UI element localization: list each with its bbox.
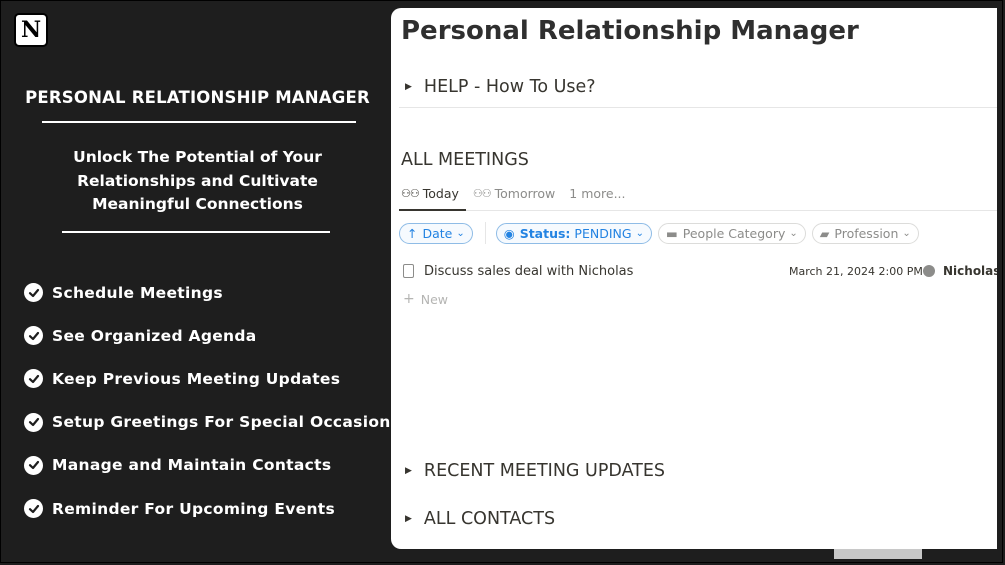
table-row[interactable]: Discuss sales deal with Nicholas March 2… <box>403 260 997 282</box>
help-toggle-label: HELP - How To Use? <box>423 77 596 97</box>
tab-label: 1 more... <box>569 186 626 201</box>
chevron-down-icon: ⌄ <box>789 227 798 239</box>
new-label: New <box>420 291 448 307</box>
help-toggle[interactable]: ▶ HELP - How To Use? <box>405 77 596 97</box>
page-icon <box>403 264 414 278</box>
row-date: March 21, 2024 2:00 PM <box>789 264 923 278</box>
notion-logo-icon: N <box>14 13 48 47</box>
tagline-divider <box>62 231 330 233</box>
check-circle-icon <box>24 412 43 432</box>
briefcase-icon: ▰ <box>819 225 830 241</box>
chip-label: Status: <box>519 225 571 241</box>
recent-updates-label: RECENT MEETING UPDATES <box>423 461 666 481</box>
category-icon: ▬ <box>665 225 678 241</box>
tab-more-views[interactable]: 1 more... <box>569 186 625 201</box>
feature-list: Schedule Meetings See Organized Agenda K… <box>24 271 400 530</box>
all-contacts-toggle[interactable]: ▶ ALL CONTACTS <box>405 509 555 529</box>
feature-label: See Organized Agenda <box>52 326 257 345</box>
tagline-line: Unlock The Potential of Your <box>73 148 322 166</box>
row-title[interactable]: Discuss sales deal with Nicholas <box>424 264 633 279</box>
profession-filter-chip[interactable]: ▰ Profession ⌄ <box>811 222 919 244</box>
section-divider <box>399 107 997 108</box>
tabs-divider <box>399 210 997 211</box>
person-name: Nicholas W <box>943 264 997 278</box>
tab-label: Tomorrow <box>494 186 556 201</box>
chevron-down-icon: ⌄ <box>635 227 644 239</box>
plus-icon: + <box>403 291 415 307</box>
people-icon: ⚇⚇ <box>401 187 420 200</box>
tab-label: Today <box>422 186 459 201</box>
view-tabs: ⚇⚇ Today ⚇⚇ Tomorrow 1 more... <box>401 186 640 201</box>
feature-label: Reminder For Upcoming Events <box>52 499 336 518</box>
feature-label: Setup Greetings For Special Occasions <box>52 413 401 432</box>
chevron-down-icon: ⌄ <box>456 227 465 239</box>
toggle-triangle-icon[interactable]: ▶ <box>405 82 412 92</box>
all-contacts-label: ALL CONTACTS <box>423 509 556 529</box>
tagline-line: Relationships and Cultivate <box>77 171 318 190</box>
status-filter-chip[interactable]: ◉ Status: PENDING ⌄ <box>495 222 652 244</box>
chip-label: People Category <box>682 225 786 241</box>
feature-item: Schedule Meetings <box>24 271 400 314</box>
product-title: PERSONAL RELATIONSHIP MANAGER <box>25 88 370 107</box>
new-row-button[interactable]: + New <box>403 291 448 307</box>
chip-label: Date <box>422 225 453 241</box>
active-tab-indicator <box>399 209 466 211</box>
feature-item: Keep Previous Meeting Updates <box>24 357 400 400</box>
filter-separator <box>484 222 486 244</box>
tagline: Unlock The Potential of Your Relationshi… <box>0 146 395 217</box>
people-category-filter-chip[interactable]: ▬ People Category ⌄ <box>657 222 806 244</box>
filter-bar: ↑ Date ⌄ ◉ Status: PENDING ⌄ ▬ People Category… <box>399 222 925 244</box>
tagline-line: Meaningful Connections <box>92 195 303 213</box>
arrow-up-icon: ↑ <box>407 225 418 241</box>
feature-label: Manage and Maintain Contacts <box>52 456 332 475</box>
feature-item: Manage and Maintain Contacts <box>24 444 400 487</box>
people-icon: ⚇⚇ <box>472 187 492 200</box>
tab-today[interactable]: ⚇⚇ Today <box>401 186 459 201</box>
toggle-triangle-icon[interactable]: ▶ <box>405 514 412 524</box>
status-circle-icon: ◉ <box>503 225 515 241</box>
feature-item: Reminder For Upcoming Events <box>24 487 400 530</box>
feature-label: Schedule Meetings <box>52 283 223 302</box>
check-circle-icon <box>24 326 43 346</box>
check-circle-icon <box>24 369 43 389</box>
database-title[interactable]: ALL MEETINGS <box>401 150 529 170</box>
page-title: Personal Relationship Manager <box>401 16 859 46</box>
chip-value: PENDING <box>574 225 632 241</box>
chevron-down-icon: ⌄ <box>902 227 911 239</box>
feature-label: Keep Previous Meeting Updates <box>52 369 341 388</box>
sort-date-chip[interactable]: ↑ Date ⌄ <box>399 222 473 244</box>
feature-item: Setup Greetings For Special Occasions <box>24 401 400 444</box>
chip-label: Profession <box>834 225 899 241</box>
notion-page-panel: Personal Relationship Manager ▶ HELP - H… <box>391 8 997 549</box>
tab-tomorrow[interactable]: ⚇⚇ Tomorrow <box>473 186 555 201</box>
toggle-triangle-icon[interactable]: ▶ <box>405 466 412 476</box>
row-person[interactable]: Nicholas W <box>923 264 997 278</box>
feature-item: See Organized Agenda <box>24 314 400 357</box>
check-circle-icon <box>24 283 43 303</box>
check-circle-icon <box>24 455 43 475</box>
title-divider <box>42 121 356 123</box>
person-icon <box>923 265 935 277</box>
horizontal-scrollbar[interactable] <box>834 549 922 559</box>
check-circle-icon <box>24 499 43 519</box>
recent-updates-toggle[interactable]: ▶ RECENT MEETING UPDATES <box>405 461 665 481</box>
